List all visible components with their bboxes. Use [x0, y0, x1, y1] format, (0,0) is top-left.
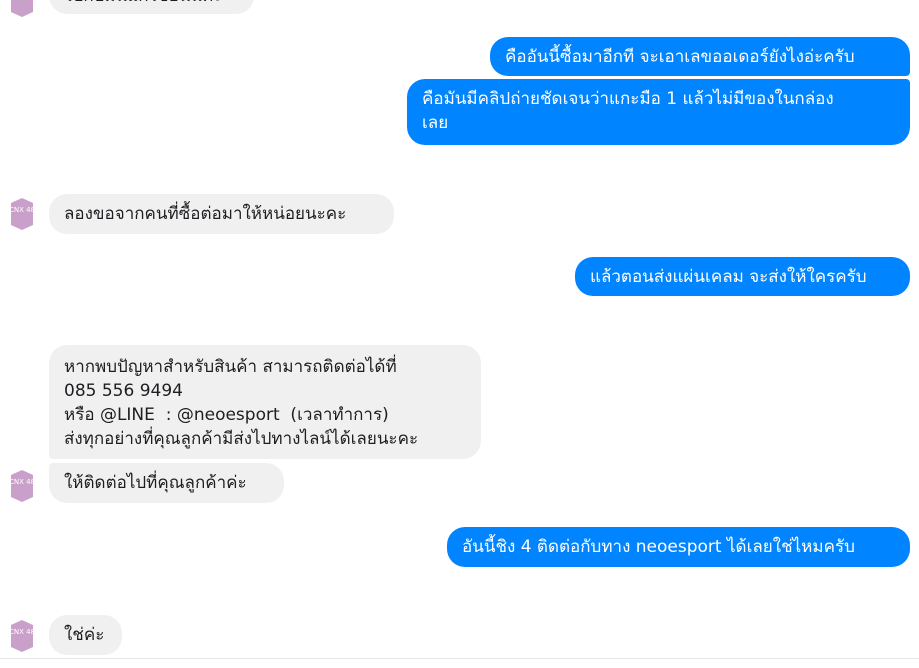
message-bubble-outgoing[interactable]: แล้วตอนส่งแผ่นเคลม จะส่งให้ใครครับ	[575, 257, 910, 296]
message-bubble-outgoing[interactable]: คืออันนี้ซื้อมาอีกที จะเอาเลขออเดอร์ยังไ…	[490, 37, 910, 76]
message-bubble-incoming[interactable]: ใช่ค่ะ	[49, 615, 122, 655]
svg-text:CNX 48: CNX 48	[9, 628, 35, 636]
message-bubble-incoming[interactable]: ลองขอจากคนที่ซื้อต่อมาให้หน่อยนะคะ	[49, 194, 394, 234]
avatar[interactable]: CNX 48	[8, 469, 36, 503]
composer-divider	[0, 658, 919, 659]
avatar-icon	[11, 0, 33, 17]
avatar-icon: CNX 48	[9, 470, 35, 502]
svg-text:CNX 48: CNX 48	[9, 206, 35, 214]
message-bubble-incoming[interactable]: ให้ติดต่อไปที่คุณลูกค้าค่ะ	[49, 463, 284, 503]
message-bubble-incoming[interactable]: ไปกับมันแก้ไขอันนี้ค่ะ	[49, 0, 254, 14]
avatar-icon: CNX 48	[9, 198, 35, 230]
avatar[interactable]: CNX 48	[8, 619, 36, 653]
svg-text:CNX 48: CNX 48	[9, 478, 35, 486]
avatar[interactable]: CNX 48	[8, 197, 36, 231]
message-thread: ไปกับมันแก้ไขอันนี้ค่ะ คืออันนี้ซื้อมาอี…	[0, 0, 919, 668]
message-bubble-outgoing[interactable]: คือมันมีคลิปถ่ายชัดเจนว่าแกะมือ 1 แล้วไม…	[407, 79, 910, 145]
message-bubble-outgoing[interactable]: อันนี้ชิง 4 ติดต่อกับทาง neoesport ได้เล…	[447, 527, 910, 567]
avatar-icon: CNX 48	[9, 620, 35, 652]
message-bubble-incoming[interactable]: หากพบปัญหาสำหรับสินค้า สามารถติดต่อได้ที…	[49, 345, 481, 459]
avatar[interactable]	[8, 0, 36, 18]
